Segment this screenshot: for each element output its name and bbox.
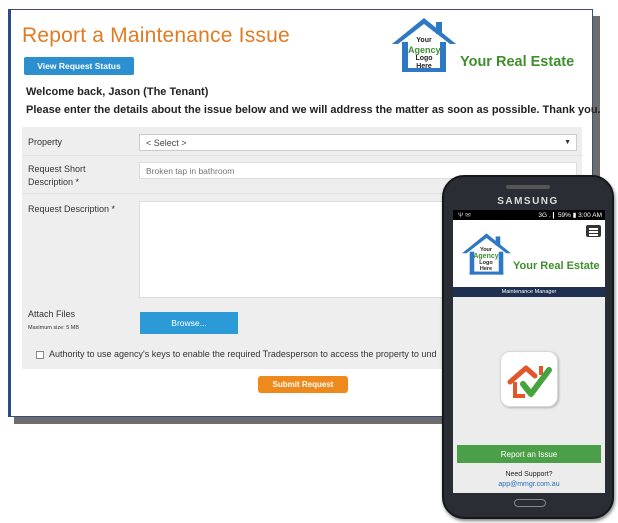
request-description-label: Request Description * <box>28 204 116 214</box>
app-house-check-icon[interactable] <box>500 351 558 407</box>
logo-line-2: Agency <box>408 45 441 55</box>
support-email-link[interactable]: app@mmgr.com.au <box>453 481 605 488</box>
phone-brand: SAMSUNG <box>497 196 559 207</box>
authority-text: Authority to use agency's keys to enable… <box>49 349 437 359</box>
phone-home-button[interactable] <box>514 499 546 507</box>
phone-logo-line-2: Agency <box>473 253 499 260</box>
attach-files-label: Attach Files <box>28 309 76 319</box>
report-issue-button[interactable]: Report an Issue <box>457 445 601 463</box>
intro-message: Please enter the details about the issue… <box>26 104 601 116</box>
mobile-phone: SAMSUNG Ψ ✉ 3G .❙ 59% ▮ 3:00 AM Your Age… <box>442 175 614 519</box>
submit-request-button[interactable]: Submit Request <box>258 376 348 393</box>
dropdown-arrow-icon: ▼ <box>564 139 571 146</box>
phone-status-bar: Ψ ✉ 3G .❙ 59% ▮ 3:00 AM <box>453 210 605 220</box>
logo-line-3: Logo Here <box>415 55 433 70</box>
status-right: 3G .❙ 59% ▮ 3:00 AM <box>538 212 602 219</box>
phone-body: Report an Issue Need Support? app@mmgr.c… <box>453 297 605 493</box>
short-description-label-line-1: Request Short <box>28 164 86 174</box>
short-description-label: Request Short Description * <box>28 163 86 189</box>
agency-logo: Your Agency Logo Here <box>388 14 460 76</box>
phone-agency-logo: Your Agency Logo Here <box>459 230 514 278</box>
property-label: Property <box>28 137 63 147</box>
property-select[interactable]: < Select > ▼ <box>139 134 577 151</box>
phone-screen: Ψ ✉ 3G .❙ 59% ▮ 3:00 AM Your Agency Logo… <box>453 210 605 493</box>
need-support-text: Need Support? <box>505 471 553 478</box>
phone-logo-line-3: Logo Here <box>479 260 493 272</box>
phone-brand-name: Your Real Estate <box>513 260 600 272</box>
logo-line-1: Your <box>416 37 432 44</box>
property-select-value: < Select > <box>146 137 187 148</box>
short-description-label-line-2: Description * <box>28 177 80 187</box>
page-title: Report a Maintenance Issue <box>22 24 290 47</box>
menu-icon[interactable] <box>586 225 601 237</box>
authority-checkbox[interactable] <box>36 351 44 359</box>
browse-button[interactable]: Browse... <box>140 312 238 334</box>
status-left: Ψ ✉ <box>458 212 471 219</box>
brand-name: Your Real Estate <box>460 54 575 70</box>
view-request-status-button[interactable]: View Request Status <box>24 57 134 75</box>
phone-speaker <box>506 185 550 189</box>
welcome-message: Welcome back, Jason (The Tenant) <box>26 86 209 98</box>
attach-max-size: Maximum size: 5 MB <box>28 325 80 331</box>
maintenance-manager-bar: Maintenance Manager <box>453 287 605 297</box>
form-divider <box>22 155 582 156</box>
